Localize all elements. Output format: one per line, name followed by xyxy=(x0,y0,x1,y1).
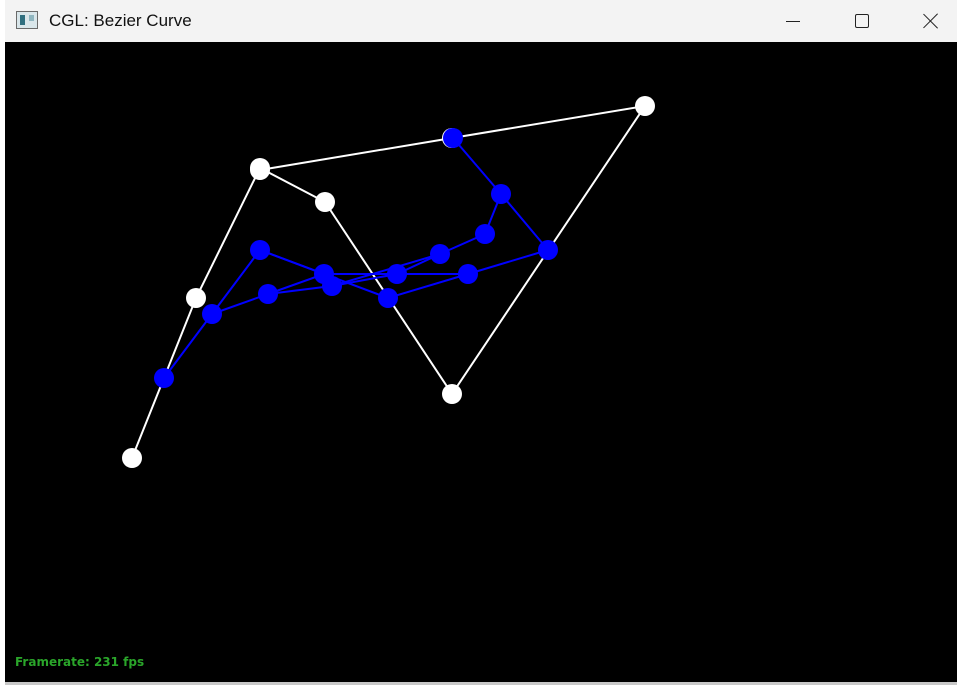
control-point[interactable] xyxy=(635,96,655,116)
app-window: CGL: Bezier Curve Framerate: 231 fps xyxy=(5,0,957,685)
maximize-button[interactable] xyxy=(826,0,898,42)
minimize-button[interactable] xyxy=(757,0,829,42)
intermediate-point xyxy=(443,128,463,148)
framerate-label: Framerate: 231 fps xyxy=(15,655,145,669)
intermediate-point xyxy=(430,244,450,264)
control-polygon xyxy=(131,104,648,459)
intermediate-point xyxy=(250,240,270,260)
close-icon xyxy=(923,13,939,29)
intermediate-point xyxy=(387,264,407,284)
app-icon xyxy=(16,11,38,29)
intermediate-polyline xyxy=(259,249,441,288)
intermediate-polyline xyxy=(163,137,550,379)
close-button[interactable] xyxy=(895,0,957,42)
intermediate-point xyxy=(378,288,398,308)
title-bar[interactable]: CGL: Bezier Curve xyxy=(5,0,957,42)
maximize-icon xyxy=(855,14,869,28)
control-point[interactable] xyxy=(442,384,462,404)
intermediate-point xyxy=(322,276,342,296)
control-point[interactable] xyxy=(186,288,206,308)
intermediate-point xyxy=(458,264,478,284)
control-point[interactable] xyxy=(315,192,335,212)
control-point[interactable] xyxy=(250,160,270,180)
intermediate-point xyxy=(154,368,174,388)
intermediate-point xyxy=(202,304,222,324)
minimize-icon xyxy=(786,20,800,22)
intermediate-point xyxy=(475,224,495,244)
intermediate-point xyxy=(491,184,511,204)
control-point[interactable] xyxy=(122,448,142,468)
render-canvas[interactable]: Framerate: 231 fps xyxy=(5,42,957,682)
bezier-scene xyxy=(122,96,655,468)
intermediate-point xyxy=(258,284,278,304)
window-title: CGL: Bezier Curve xyxy=(49,11,192,30)
intermediate-point xyxy=(538,240,558,260)
